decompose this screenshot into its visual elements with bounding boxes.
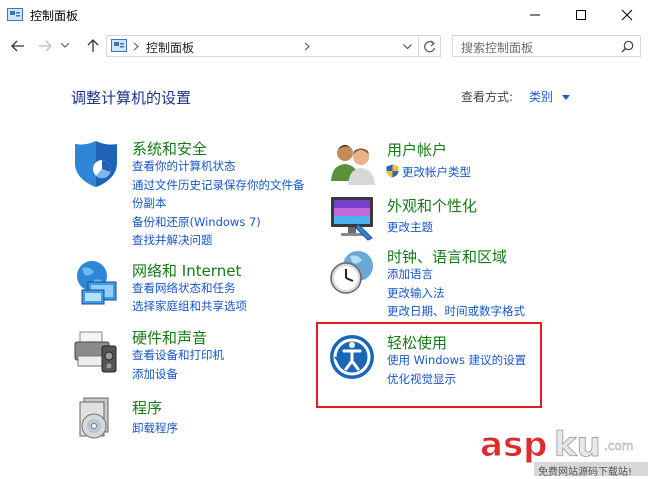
watermark-slogan: 免费网站源码下载站! [538,467,633,478]
svg-text:.com: .com [604,439,633,453]
category-title-clock-region[interactable]: 时钟、语言和区域 [387,246,507,267]
link-backup-restore[interactable]: 备份和还原(Windows 7) [132,213,261,231]
svg-text:ku: ku [554,425,601,465]
maximize-button[interactable] [558,0,604,30]
watermark-logo: asp ku .com 免费网站源码下载站! [480,420,649,479]
appearance-monitor-icon[interactable] [328,194,378,244]
link-devices-printers[interactable]: 查看设备和打印机 [132,346,224,364]
link-uninstall-program[interactable]: 卸载程序 [132,419,178,437]
up-button[interactable] [82,35,104,57]
control-panel-icon [111,39,127,52]
triangle-down-icon [561,95,570,100]
view-by-dropdown[interactable]: 类别 [529,88,570,105]
minimize-button[interactable] [512,0,558,30]
link-homegroup[interactable]: 选择家庭组和共享选项 [132,297,247,315]
search-input[interactable]: 搜索控制面板 [452,35,641,57]
up-arrow-icon [87,39,99,52]
category-title-user-accounts[interactable]: 用户帐户 [387,139,447,160]
address-path[interactable]: 控制面板 [146,39,194,56]
view-by-value[interactable]: 类别 [529,90,553,104]
svg-text:asp: asp [480,425,548,465]
refresh-icon[interactable] [423,40,436,53]
search-placeholder: 搜索控制面板 [461,41,534,55]
address-bar[interactable]: 控制面板 [106,35,441,57]
link-file-history-cont[interactable]: 份副本 [132,194,167,212]
close-icon [621,9,633,21]
forward-button[interactable] [34,35,56,57]
chevron-down-icon [61,43,69,48]
minimize-icon [530,14,540,16]
window-icon [7,7,23,21]
back-arrow-icon [11,40,24,52]
link-add-language[interactable]: 添加语言 [387,265,433,283]
printer-icon[interactable] [72,326,122,376]
close-button[interactable] [604,0,649,30]
link-change-input-method[interactable]: 更改输入法 [387,284,445,302]
network-globe-icon[interactable] [72,258,122,308]
category-title-appearance[interactable]: 外观和个性化 [387,195,477,216]
user-accounts-icon[interactable] [328,139,378,189]
forward-arrow-icon [39,40,52,52]
category-title-network[interactable]: 网络和 Internet [132,260,241,281]
uac-shield-icon [386,164,399,178]
programs-icon[interactable] [72,394,122,444]
link-change-date-format[interactable]: 更改日期、时间或数字格式 [387,302,525,320]
window-title: 控制面板 [30,9,79,23]
link-troubleshoot[interactable]: 查找并解决问题 [132,231,213,249]
breadcrumb-separator-icon [133,42,139,51]
link-network-status[interactable]: 查看网络状态和任务 [132,279,236,297]
clock-globe-icon[interactable] [328,248,378,298]
back-button[interactable] [7,35,29,57]
link-file-history[interactable]: 通过文件历史记录保存你的文件备 [132,176,305,194]
page-heading: 调整计算机的设置 [71,89,192,107]
link-change-account-type[interactable]: 更改帐户类型 [402,163,471,181]
shield-icon[interactable] [72,139,122,189]
category-title-system-security[interactable]: 系统和安全 [132,138,207,159]
recent-locations-button[interactable] [58,35,72,57]
maximize-icon [576,10,586,20]
address-divider [418,36,419,56]
breadcrumb-chevron-icon[interactable] [304,42,310,51]
address-dropdown-icon[interactable] [403,44,412,50]
highlight-annotation-box [316,322,542,408]
search-icon[interactable] [621,40,634,53]
link-view-computer-status[interactable]: 查看你的计算机状态 [132,157,236,175]
category-title-hardware[interactable]: 硬件和声音 [132,327,207,348]
category-title-programs[interactable]: 程序 [132,397,162,418]
link-add-device[interactable]: 添加设备 [132,365,178,383]
link-change-theme[interactable]: 更改主题 [387,218,433,236]
view-by-label: 查看方式: [461,90,514,104]
